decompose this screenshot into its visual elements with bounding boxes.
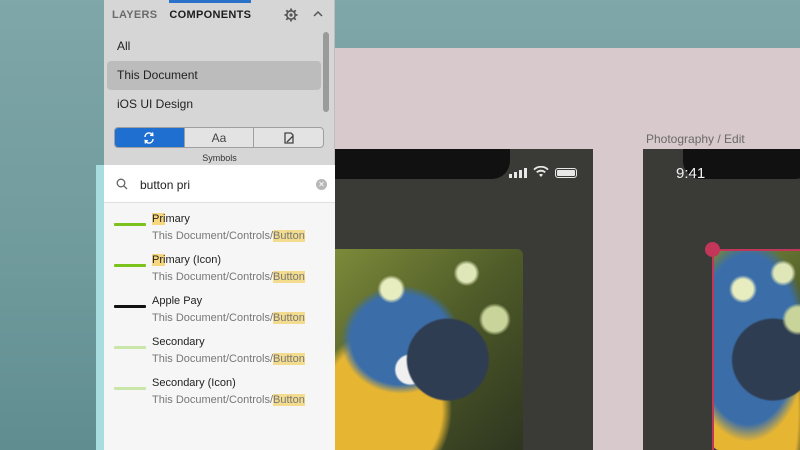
artboard-phone-left[interactable] — [335, 149, 593, 450]
result-title: Secondary — [152, 336, 205, 348]
gear-icon[interactable] — [284, 8, 298, 22]
result-item[interactable]: Secondary (Icon) This Document/Controls/… — [104, 367, 335, 408]
search-input[interactable]: button pri — [140, 178, 190, 192]
status-time: 9:41 — [676, 165, 706, 182]
library-scrollbar[interactable] — [322, 32, 330, 116]
symbol-thumbnail — [114, 387, 146, 390]
result-item[interactable]: Primary (Icon) This Document/Controls/Bu… — [104, 244, 335, 285]
symbol-thumbnail — [114, 223, 146, 226]
result-title: Primary — [152, 213, 190, 225]
component-type-segmented-control: Aa — [114, 127, 324, 148]
chevron-up-icon[interactable] — [312, 8, 324, 20]
crop-handle[interactable] — [705, 242, 720, 257]
result-title: Apple Pay — [152, 295, 203, 307]
result-title: Secondary (Icon) — [152, 377, 236, 389]
symbol-thumbnail — [114, 305, 146, 308]
search-icon — [116, 178, 128, 190]
clear-search-icon[interactable]: ✕ — [316, 179, 327, 190]
segment-symbols[interactable] — [115, 128, 185, 147]
panel-header-icons — [284, 8, 324, 22]
signal-icon — [509, 168, 527, 178]
library-item-this-document[interactable]: This Document — [107, 61, 321, 90]
search-results: Primary This Document/Controls/Button Pr… — [104, 203, 335, 408]
phone-notch — [335, 149, 510, 179]
tab-layers[interactable]: LAYERS — [112, 0, 157, 30]
segment-caption: Symbols — [202, 153, 237, 163]
symbol-thumbnail — [114, 346, 146, 349]
library-list: All This Document iOS UI Design — [104, 32, 324, 119]
tab-components[interactable]: COMPONENTS — [169, 0, 252, 30]
component-search-popup: button pri ✕ Primary This Document/Contr… — [96, 165, 335, 450]
parrot-photo[interactable] — [335, 249, 523, 450]
library-item-all[interactable]: All — [107, 32, 321, 61]
wifi-icon — [533, 166, 549, 177]
search-bar: button pri ✕ — [104, 165, 335, 203]
symbol-thumbnail — [114, 264, 146, 267]
segment-text-styles[interactable]: Aa — [185, 128, 255, 147]
library-item-ios-ui-design[interactable]: iOS UI Design — [107, 90, 321, 119]
components-panel: LAYERS COMPONENTS All This Document iOS … — [104, 0, 335, 165]
result-path: This Document/Controls/Button — [152, 230, 305, 242]
result-item[interactable]: Primary This Document/Controls/Button — [104, 203, 335, 244]
status-icons — [509, 166, 577, 178]
result-title: Primary (Icon) — [152, 254, 222, 266]
result-item[interactable]: Apple Pay This Document/Controls/Button — [104, 285, 335, 326]
segment-layer-styles[interactable] — [254, 128, 323, 147]
symbols-icon — [144, 131, 155, 144]
result-path: This Document/Controls/Button — [152, 312, 305, 324]
layer-styles-icon — [284, 131, 294, 144]
result-path: This Document/Controls/Button — [152, 271, 305, 283]
result-item[interactable]: Secondary This Document/Controls/Button — [104, 326, 335, 367]
result-path: This Document/Controls/Button — [152, 394, 305, 406]
result-path: This Document/Controls/Button — [152, 353, 305, 365]
battery-icon — [555, 168, 577, 178]
crop-frame[interactable] — [712, 249, 800, 450]
artboard-label[interactable]: Photography / Edit — [646, 132, 745, 146]
